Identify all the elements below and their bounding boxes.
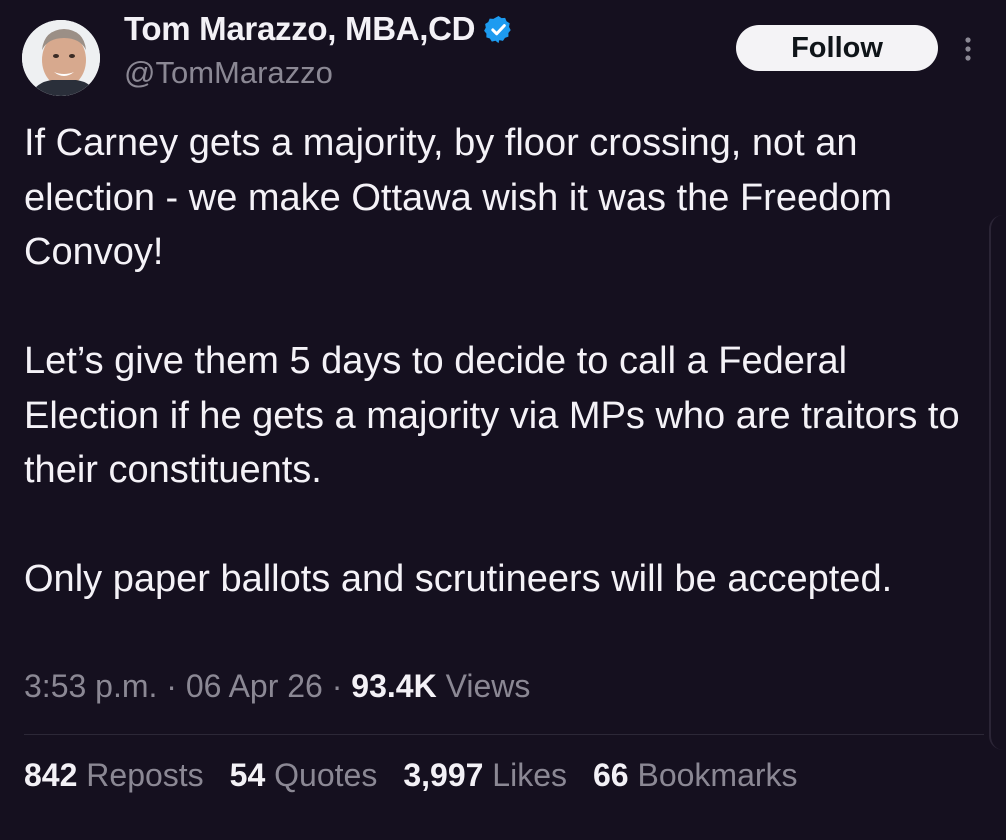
likes-stat[interactable]: 3,997 Likes xyxy=(403,757,567,794)
tweet-paragraph: Let’s give them 5 days to decide to call… xyxy=(24,340,960,491)
likes-label: Likes xyxy=(492,757,567,793)
reposts-label: Reposts xyxy=(86,757,204,793)
quotes-count: 54 xyxy=(229,757,266,793)
views-count: 93.4K xyxy=(351,668,437,704)
author-display-name[interactable]: Tom Marazzo, MBA,CD xyxy=(124,10,476,48)
tweet-meta: 3:53 p.m. · 06 Apr 26 · 93.4K Views xyxy=(24,668,530,705)
reposts-count: 842 xyxy=(24,757,78,793)
follow-button[interactable]: Follow xyxy=(736,25,938,71)
bookmarks-stat[interactable]: 66 Bookmarks xyxy=(593,757,798,794)
quotes-label: Quotes xyxy=(274,757,378,793)
tweet-view: Tom Marazzo, MBA,CD @TomMarazzo Follow I… xyxy=(0,0,1006,840)
verified-badge-icon xyxy=(484,15,511,43)
author-handle[interactable]: @TomMarazzo xyxy=(124,55,333,91)
more-options-icon[interactable] xyxy=(958,34,978,64)
tweet-date[interactable]: 06 Apr 26 xyxy=(186,668,323,704)
divider xyxy=(24,734,984,735)
engagement-stats: 842 Reposts 54 Quotes 3,997 Likes 66 Boo… xyxy=(24,757,824,794)
quotes-stat[interactable]: 54 Quotes xyxy=(230,757,378,794)
bookmarks-label: Bookmarks xyxy=(637,757,798,793)
author-name-row: Tom Marazzo, MBA,CD xyxy=(124,10,514,48)
reposts-stat[interactable]: 842 Reposts xyxy=(24,757,204,794)
avatar[interactable] xyxy=(22,20,100,96)
tweet-text: If Carney gets a majority, by floor cros… xyxy=(24,116,984,607)
avatar-image xyxy=(22,20,100,96)
meta-separator: · xyxy=(166,668,177,704)
tweet-paragraph: Only paper ballots and scrutineers will … xyxy=(24,558,893,600)
likes-count: 3,997 xyxy=(403,757,484,793)
scrollbar-track[interactable] xyxy=(989,215,1006,750)
bookmarks-count: 66 xyxy=(593,757,629,793)
meta-separator: · xyxy=(331,668,343,704)
views-label: Views xyxy=(445,668,531,704)
tweet-paragraph: If Carney gets a majority, by floor cros… xyxy=(24,122,893,273)
tweet-time[interactable]: 3:53 p.m. xyxy=(24,668,157,704)
